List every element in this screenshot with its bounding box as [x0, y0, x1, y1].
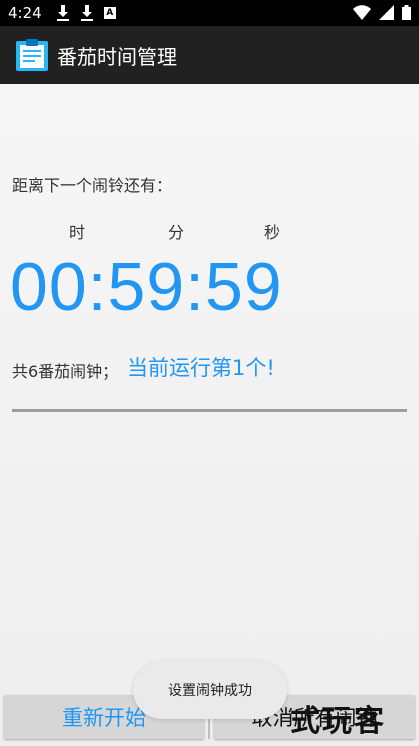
status-bar: 4:24 A [0, 0, 419, 26]
watermark-logo: 式玩客 [290, 704, 386, 739]
countdown-timer: 00:59:59 [10, 249, 283, 325]
battery-icon [402, 5, 411, 20]
notification-icons: A [56, 5, 116, 21]
app-bar: 番茄时间管理 [0, 26, 419, 84]
clipboard-icon [16, 39, 48, 71]
download-icon [56, 5, 69, 21]
unit-hours-label: 时 [69, 223, 86, 242]
system-icons [353, 5, 411, 20]
alarm-current-text: 当前运行第1个! [127, 356, 275, 380]
countdown-label: 距离下一个闹铃还有： [12, 176, 173, 195]
unit-seconds-label: 秒 [264, 223, 281, 242]
app-title: 番茄时间管理 [57, 44, 177, 69]
toast-message: 设置闹钟成功 [133, 661, 287, 719]
alarm-total-text: 共6番茄闹钟； [12, 362, 119, 381]
divider-line [12, 409, 407, 412]
a-icon: A [103, 7, 116, 19]
wifi-icon [353, 5, 371, 20]
signal-icon [379, 5, 394, 20]
unit-minutes-label: 分 [168, 223, 185, 242]
download-icon [80, 5, 93, 21]
status-time: 4:24 [8, 4, 42, 22]
